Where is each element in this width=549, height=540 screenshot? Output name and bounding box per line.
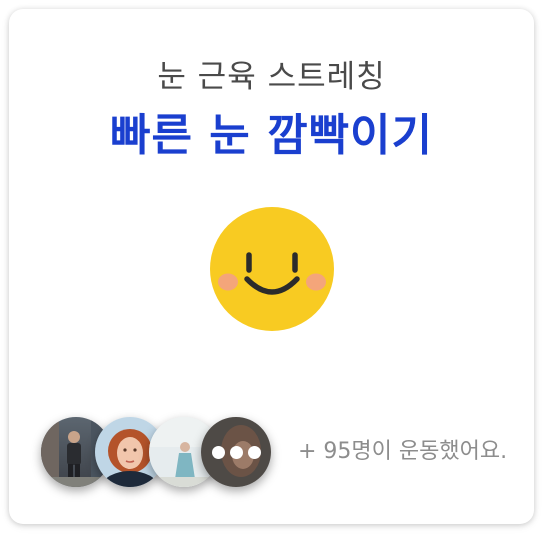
smiley-face-icon	[210, 207, 334, 331]
smiley-face	[210, 207, 334, 331]
more-participants-button[interactable]	[201, 417, 271, 487]
exercise-category: 눈 근육 스트레칭	[157, 59, 386, 95]
smiley-left-cheek	[218, 273, 238, 291]
exercise-card[interactable]: 눈 근육 스트레칭 빠른 눈 깜빡이기 + 95명이 운동했어요.	[9, 9, 534, 524]
exercise-title: 빠른 눈 깜빡이기	[110, 110, 433, 161]
participant-count: + 95명이 운동했어요.	[298, 439, 508, 464]
participant-avatars[interactable]	[41, 417, 281, 489]
more-dots-icon	[201, 417, 271, 487]
smiley-right-cheek	[306, 273, 326, 291]
